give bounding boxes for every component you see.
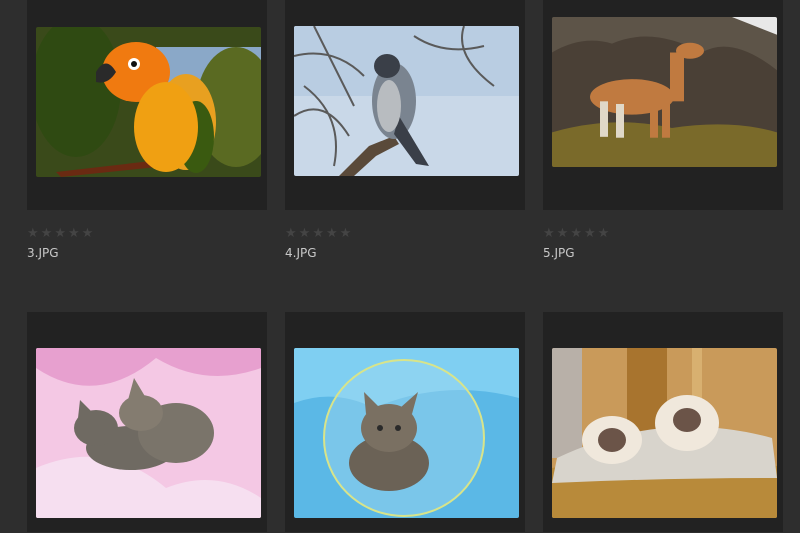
star-rating[interactable]: ★ ★ ★ ★ ★ xyxy=(543,227,609,240)
photo-falcon[interactable] xyxy=(294,26,519,176)
star-rating[interactable]: ★ ★ ★ ★ ★ xyxy=(285,227,351,240)
filename-label: 3.JPG xyxy=(27,246,59,260)
star-icon[interactable]: ★ xyxy=(299,227,311,240)
thumbnail-card[interactable] xyxy=(27,312,267,532)
star-icon[interactable]: ★ xyxy=(584,227,596,240)
star-icon[interactable]: ★ xyxy=(557,227,569,240)
star-icon[interactable]: ★ xyxy=(41,227,53,240)
photo-parrot[interactable] xyxy=(36,27,261,177)
filename-label: 5.JPG xyxy=(543,246,575,260)
star-icon[interactable]: ★ xyxy=(54,227,66,240)
photo-llama[interactable] xyxy=(552,17,777,167)
star-icon[interactable]: ★ xyxy=(285,227,297,240)
star-icon[interactable]: ★ xyxy=(326,227,338,240)
star-icon[interactable]: ★ xyxy=(543,227,555,240)
thumbnail-card[interactable]: ★ ★ ★ ★ ★ 5.JPG xyxy=(543,0,783,260)
photo-kitten-bubble[interactable] xyxy=(294,348,519,518)
star-icon[interactable]: ★ xyxy=(570,227,582,240)
thumbnail-card[interactable]: ★ ★ ★ ★ ★ 3.JPG xyxy=(27,0,267,260)
photo-kittens-pink[interactable] xyxy=(36,348,261,518)
star-rating[interactable]: ★ ★ ★ ★ ★ xyxy=(27,227,93,240)
thumbnail-card[interactable] xyxy=(285,312,525,532)
thumbnail-card[interactable] xyxy=(543,312,783,532)
photo-kittens-basket[interactable] xyxy=(552,348,777,518)
star-icon[interactable]: ★ xyxy=(340,227,352,240)
star-icon[interactable]: ★ xyxy=(312,227,324,240)
star-icon[interactable]: ★ xyxy=(27,227,39,240)
thumbnail-card[interactable]: ★ ★ ★ ★ ★ 4.JPG xyxy=(285,0,525,260)
star-icon[interactable]: ★ xyxy=(82,227,94,240)
filename-label: 4.JPG xyxy=(285,246,317,260)
star-icon[interactable]: ★ xyxy=(598,227,610,240)
star-icon[interactable]: ★ xyxy=(68,227,80,240)
